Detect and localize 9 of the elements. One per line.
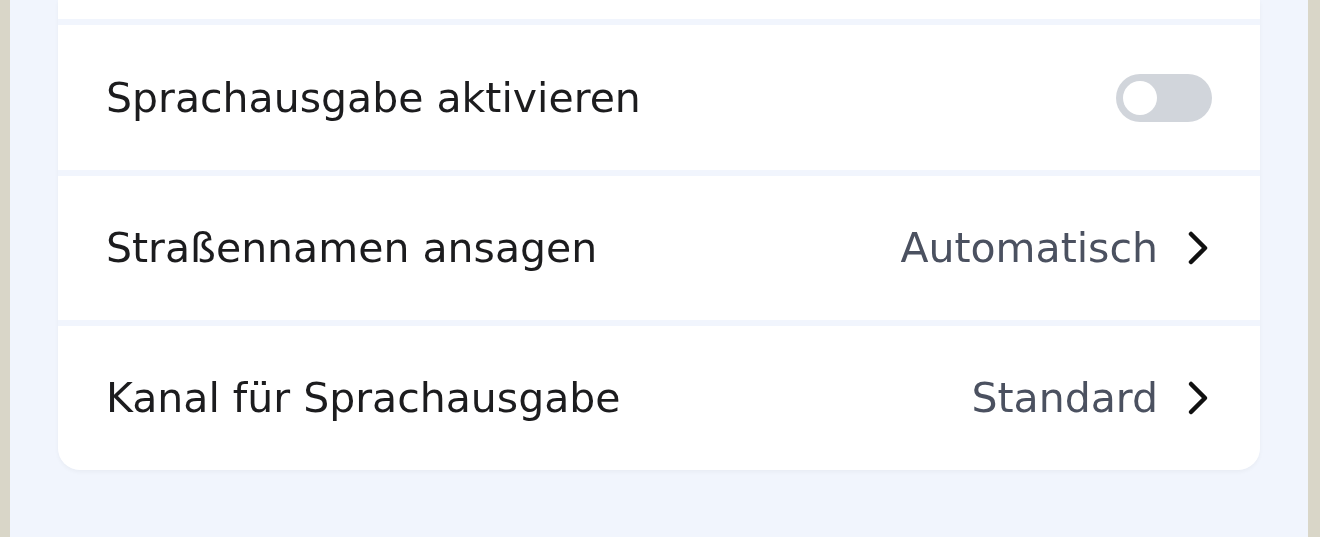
settings-row[interactable]: Sprachausgabe aktivieren xyxy=(58,25,1260,170)
settings-row[interactable]: Straßennamen ansagen Automatisch xyxy=(58,176,1260,320)
setting-label: Kanal für Sprachausgabe xyxy=(106,374,622,422)
settings-row[interactable]: Kanal für Sprachausgabe Standard xyxy=(58,326,1260,470)
setting-value: Standard xyxy=(971,374,1158,422)
setting-label: Sprachausgabe aktivieren xyxy=(106,73,642,122)
setting-label: Straßennamen ansagen xyxy=(106,224,599,272)
toggle-switch[interactable] xyxy=(1116,73,1212,122)
setting-value: Automatisch xyxy=(900,224,1158,272)
